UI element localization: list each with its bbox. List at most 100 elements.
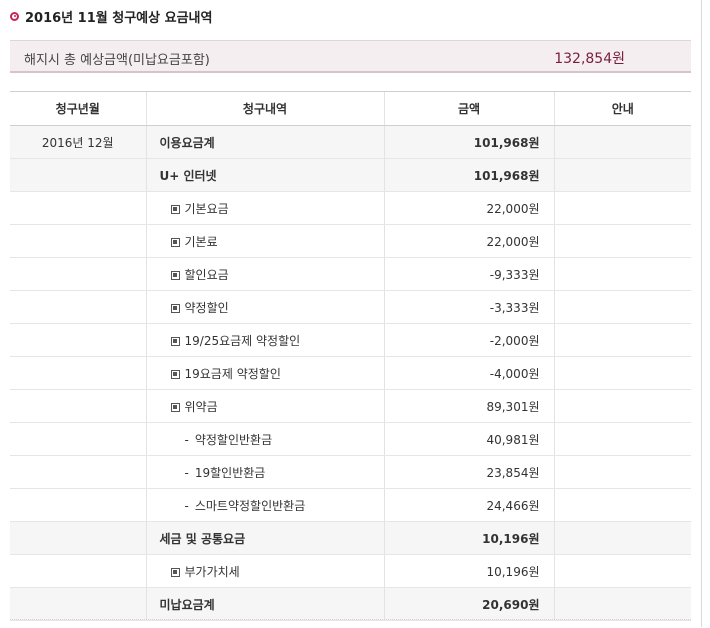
billing-item-cell: U+ 인터넷 xyxy=(145,158,384,192)
guide-cell xyxy=(553,587,691,621)
billing-item-label: 세금 및 공통요금 xyxy=(159,531,246,546)
square-bullet-icon xyxy=(170,303,180,313)
total-estimate-box: 해지시 총 예상금액(미납요금포함) 132,854원 xyxy=(10,40,691,73)
billing-month-cell xyxy=(10,455,146,489)
guide-cell xyxy=(553,554,691,588)
guide-cell xyxy=(553,422,691,456)
billing-month-cell xyxy=(10,191,146,225)
billing-item-label: 약정할인반환금 xyxy=(194,432,273,447)
section-title: 2016년 11월 청구예상 요금내역 xyxy=(10,6,212,26)
billing-item-label: U+ 인터넷 xyxy=(159,168,217,183)
billing-item-cell: 기본료 xyxy=(145,224,384,258)
amount-cell: 40,981원 xyxy=(383,422,554,456)
guide-cell xyxy=(553,356,691,390)
guide-cell xyxy=(553,257,691,291)
billing-item-label: 미납요금계 xyxy=(159,597,215,612)
billing-item-label: 19/25요금제 약정할인 xyxy=(184,333,301,348)
guide-cell xyxy=(553,191,691,225)
square-bullet-icon xyxy=(170,336,180,346)
guide-cell xyxy=(553,389,691,423)
amount-cell: 89,301원 xyxy=(383,389,554,423)
billing-item-cell: - 스마트약정할인반환금 xyxy=(145,488,384,522)
table-row: 약정할인 -3,333원 xyxy=(10,290,691,324)
billing-item-label: 약정할인 xyxy=(184,300,229,315)
guide-cell xyxy=(553,224,691,258)
billing-item-cell: 미납요금계 xyxy=(145,587,384,621)
amount-cell: -3,333원 xyxy=(383,290,554,324)
table-row: U+ 인터넷 101,968원 xyxy=(10,158,691,192)
billing-table: 청구년월 청구내역 금액 안내 2016년 12월 이용요금계 101,968원 U+… xyxy=(10,91,691,621)
guide-cell xyxy=(553,521,691,555)
square-bullet-icon xyxy=(170,402,180,412)
table-row: 기본료 22,000원 xyxy=(10,224,691,258)
amount-cell: -9,333원 xyxy=(383,257,554,291)
amount-cell: -4,000원 xyxy=(383,356,554,390)
billing-item-label: 이용요금계 xyxy=(159,135,215,150)
table-row: 세금 및 공통요금 10,196원 xyxy=(10,521,691,555)
table-header-row: 청구년월 청구내역 금액 안내 xyxy=(10,91,691,126)
billing-item-label: 19할인반환금 xyxy=(194,465,266,480)
billing-month-cell xyxy=(10,158,146,192)
billing-month-cell xyxy=(10,356,146,390)
billing-month-cell xyxy=(10,323,146,357)
amount-cell: 24,466원 xyxy=(383,488,554,522)
billing-month-cell xyxy=(10,224,146,258)
billing-item-cell: 19요금제 약정할인 xyxy=(145,356,384,390)
billing-month-cell: 2016년 12월 xyxy=(10,125,146,159)
billing-month-cell xyxy=(10,587,146,621)
dash-bullet-icon: - xyxy=(184,465,189,480)
billing-item-cell: 19/25요금제 약정할인 xyxy=(145,323,384,357)
billing-item-cell: -19할인반환금 xyxy=(145,455,384,489)
amount-cell: 101,968원 xyxy=(383,158,554,192)
billing-item-cell: 세금 및 공통요금 xyxy=(145,521,384,555)
billing-item-label: 19요금제 약정할인 xyxy=(184,366,281,381)
total-estimate-label: 해지시 총 예상금액(미납요금포함) xyxy=(24,53,210,68)
header-amount: 금액 xyxy=(383,91,554,126)
section-title-text: 2016년 11월 청구예상 요금내역 xyxy=(25,10,213,26)
billing-item-cell: 기본요금 xyxy=(145,191,384,225)
square-bullet-icon xyxy=(170,270,180,280)
table-row: 미납요금계 20,690원 xyxy=(10,587,691,621)
amount-cell: 22,000원 xyxy=(383,224,554,258)
circle-bullet-icon xyxy=(10,11,19,21)
table-row: 19요금제 약정할인 -4,000원 xyxy=(10,356,691,390)
billing-item-label: 할인요금 xyxy=(184,267,229,282)
table-row: 2016년 12월 이용요금계 101,968원 xyxy=(10,125,691,159)
square-bullet-icon xyxy=(170,369,180,379)
square-bullet-icon xyxy=(170,237,180,247)
table-row: - 약정할인반환금 40,981원 xyxy=(10,422,691,456)
billing-month-cell xyxy=(10,554,146,588)
guide-cell xyxy=(553,323,691,357)
guide-cell xyxy=(553,125,691,159)
billing-item-cell: 이용요금계 xyxy=(145,125,384,159)
billing-item-cell: - 약정할인반환금 xyxy=(145,422,384,456)
table-row: 기본요금 22,000원 xyxy=(10,191,691,225)
billing-item-label: 위약금 xyxy=(184,399,218,414)
billing-item-cell: 약정할인 xyxy=(145,290,384,324)
table-row: 19/25요금제 약정할인 -2,000원 xyxy=(10,323,691,357)
header-billing-item: 청구내역 xyxy=(145,91,384,126)
billing-item-label: 기본료 xyxy=(184,234,218,249)
header-billing-month: 청구년월 xyxy=(10,91,146,126)
total-estimate-value: 132,854원 xyxy=(554,51,625,67)
table-row: - 스마트약정할인반환금 24,466원 xyxy=(10,488,691,522)
billing-month-cell xyxy=(10,257,146,291)
billing-item-cell: 부가가치세 xyxy=(145,554,384,588)
amount-cell: 23,854원 xyxy=(383,455,554,489)
billing-month-cell xyxy=(10,290,146,324)
guide-cell xyxy=(553,158,691,192)
billing-item-cell: 위약금 xyxy=(145,389,384,423)
dash-bullet-icon: - xyxy=(184,498,189,513)
billing-month-cell xyxy=(10,422,146,456)
amount-cell: 101,968원 xyxy=(383,125,554,159)
billing-month-cell xyxy=(10,488,146,522)
header-guide: 안내 xyxy=(553,91,691,126)
billing-month-cell xyxy=(10,389,146,423)
square-bullet-icon xyxy=(170,567,180,577)
guide-cell xyxy=(553,455,691,489)
table-row: 할인요금 -9,333원 xyxy=(10,257,691,291)
billing-item-label: 스마트약정할인반환금 xyxy=(194,498,306,513)
table-row: 위약금 89,301원 xyxy=(10,389,691,423)
billing-item-label: 기본요금 xyxy=(184,201,229,216)
amount-cell: 20,690원 xyxy=(383,587,554,621)
